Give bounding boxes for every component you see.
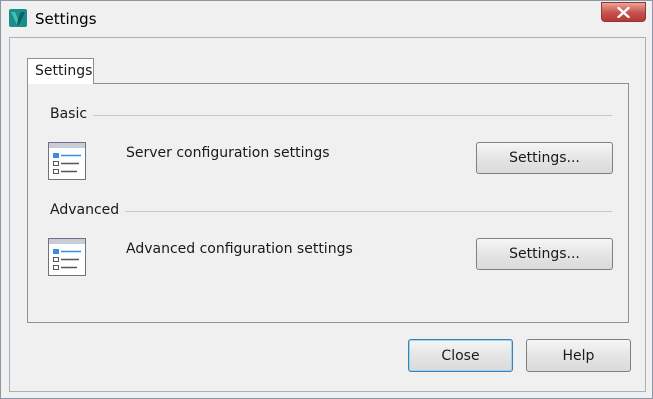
close-button[interactable]: Close [408, 339, 513, 372]
close-icon [617, 6, 630, 18]
tab-panel-settings: Basic Server configuration settings Sett… [27, 83, 629, 323]
settings-window: Settings Settings Basic Server configura… [0, 0, 653, 399]
dialog-client-area: Settings Basic Server configuration sett… [9, 37, 646, 392]
basic-description: Server configuration settings [126, 145, 330, 161]
tab-settings-label: Settings [35, 63, 93, 79]
basic-settings-button[interactable]: Settings... [476, 142, 613, 174]
settings-list-icon [48, 142, 86, 180]
close-window-button[interactable] [601, 2, 646, 22]
advanced-group-divider [124, 211, 612, 212]
basic-group-divider [90, 115, 612, 116]
advanced-description: Advanced configuration settings [126, 241, 353, 257]
window-title: Settings [35, 10, 97, 28]
title-bar[interactable]: Settings [1, 1, 652, 36]
tab-settings[interactable]: Settings [27, 58, 94, 84]
app-logo-icon [9, 9, 27, 27]
advanced-group-label: Advanced [50, 202, 126, 218]
advanced-settings-button[interactable]: Settings... [476, 238, 613, 270]
basic-group-label: Basic [50, 106, 94, 122]
settings-list-icon [48, 238, 86, 276]
help-button[interactable]: Help [526, 339, 631, 372]
